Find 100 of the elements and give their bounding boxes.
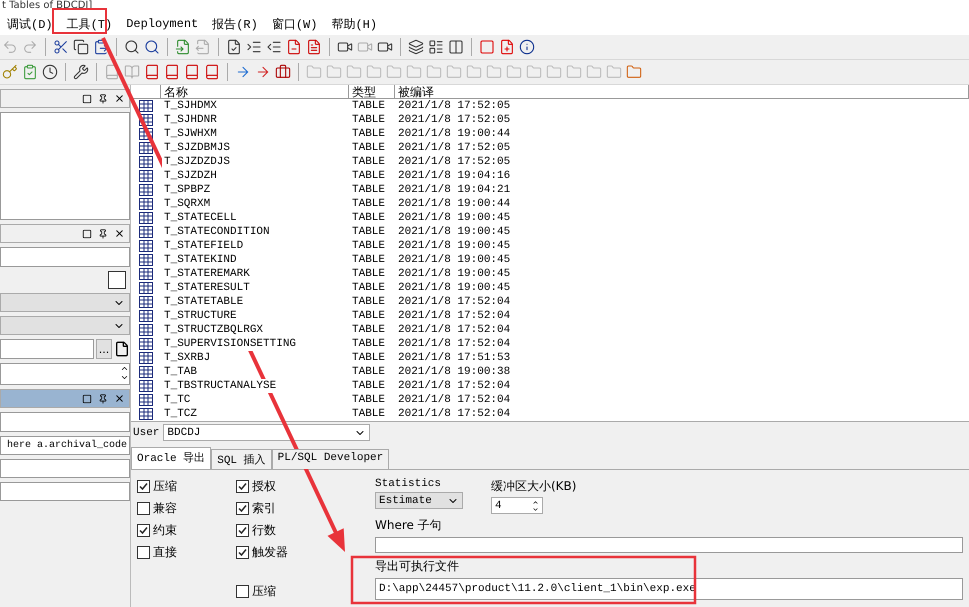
cut-icon[interactable] (53, 39, 69, 55)
menu-item[interactable]: 报告(R) (205, 16, 265, 32)
ellipsis-button[interactable]: ... (96, 339, 112, 359)
checkbox[interactable] (137, 524, 150, 537)
checkbox-label: 触发器 (252, 544, 288, 561)
menu-item[interactable]: Deployment (119, 17, 206, 31)
where-field[interactable] (375, 537, 963, 553)
buffer-spinner[interactable]: 4 (491, 497, 543, 514)
statistics-label: Statistics (375, 478, 442, 490)
table-cell: T_TBSTRUCTANALYSE (162, 379, 278, 393)
checkbox-label: 约束 (153, 522, 177, 539)
table-icon (139, 100, 153, 112)
indent-icon[interactable] (246, 39, 262, 55)
checkbox[interactable] (236, 480, 249, 493)
table-cell: T_STATEFIELD (162, 239, 246, 253)
table-icon (139, 324, 153, 336)
tab[interactable]: SQL 插入 (211, 449, 272, 469)
wrench-icon[interactable] (73, 64, 89, 80)
table-cell: T_STRUCTZBQLRGX (162, 323, 266, 337)
table-cell: T_STATECELL (162, 211, 239, 225)
sql-text: here a.archival_code (0, 436, 130, 455)
copy-icon[interactable] (73, 39, 89, 55)
file-icon[interactable] (114, 341, 130, 357)
book-icon[interactable] (204, 64, 220, 80)
table-icon (139, 268, 153, 280)
menu-item[interactable]: 帮助(H) (324, 16, 384, 32)
pin-icon[interactable] (98, 394, 108, 404)
table-cell: T_SUPERVISIONSETTING (162, 337, 298, 351)
arrow-right-icon[interactable] (255, 64, 271, 80)
checkbox[interactable] (137, 480, 150, 493)
clock-icon[interactable] (42, 64, 58, 80)
table-icon (139, 296, 153, 308)
maximize-icon[interactable] (82, 394, 92, 404)
list-row[interactable] (0, 482, 130, 501)
file-import-icon[interactable] (175, 39, 191, 55)
key-icon[interactable] (2, 64, 18, 80)
table-icon (139, 352, 153, 364)
windows-icon[interactable] (408, 39, 424, 55)
output-file-label: 导出可执行文件 (375, 558, 460, 575)
table-cell: T_STATERESULT (162, 281, 252, 295)
menu-item[interactable]: 窗口(W) (264, 16, 324, 32)
checkbox[interactable] (236, 546, 249, 559)
list-icon[interactable] (428, 39, 444, 55)
buffer-label: 缓冲区大小(KB) (491, 478, 576, 495)
text-field[interactable] (0, 247, 130, 267)
table-icon (139, 240, 153, 252)
table-cell: T_SPBPZ (162, 183, 212, 197)
checkbox[interactable] (236, 585, 249, 598)
statistics-dropdown[interactable]: Estimate (375, 492, 463, 509)
table-cell: T_STATEKIND (162, 253, 239, 267)
file-check-icon[interactable] (226, 39, 242, 55)
where-label: Where 子句 (375, 517, 443, 534)
menu-item[interactable]: 调试(D) (0, 16, 60, 32)
folder-icon[interactable] (626, 64, 642, 80)
checkbox[interactable] (236, 502, 249, 515)
clipboard-check-icon[interactable] (22, 64, 38, 80)
user-dropdown[interactable]: BDCDJ (163, 424, 370, 441)
table-icon (139, 198, 153, 210)
table-cell: T_SJZDZH (162, 169, 219, 183)
tab[interactable]: Oracle 导出 (131, 447, 212, 469)
column-header[interactable]: 类型 (349, 85, 395, 99)
checkbox-label: 授权 (252, 478, 276, 495)
table-icon (139, 366, 153, 378)
checkbox[interactable] (108, 271, 126, 289)
list-row[interactable] (0, 459, 130, 478)
close-icon[interactable] (114, 228, 125, 239)
book-icon[interactable] (164, 64, 180, 80)
pin-icon[interactable] (98, 228, 108, 238)
column-header[interactable]: 被编译 (395, 85, 969, 99)
outdent-icon[interactable] (266, 39, 282, 55)
text-field[interactable] (0, 339, 94, 359)
book-icon[interactable] (184, 64, 200, 80)
column-header[interactable]: 名称 (161, 85, 349, 99)
briefcase-icon[interactable] (275, 64, 291, 80)
table-icon (139, 254, 153, 266)
pin-icon[interactable] (98, 94, 108, 104)
checkbox-label: 压缩 (153, 478, 177, 495)
maximize-icon[interactable] (82, 94, 92, 104)
checkbox[interactable] (137, 502, 150, 515)
tab[interactable]: PL/SQL Developer (272, 449, 390, 469)
square-icon[interactable] (479, 39, 495, 55)
table-cell: T_SQRXM (162, 197, 212, 211)
checkbox-label: 兼容 (153, 500, 177, 517)
checkbox[interactable] (236, 524, 249, 537)
close-icon[interactable] (114, 393, 125, 404)
maximize-icon[interactable] (82, 228, 92, 238)
table-cell: T_STATECONDITION (162, 225, 272, 239)
find-icon[interactable] (124, 39, 140, 55)
checkbox[interactable] (137, 546, 150, 559)
info-icon[interactable] (519, 39, 535, 55)
file-minus-icon[interactable] (286, 39, 302, 55)
columns-icon[interactable] (448, 39, 464, 55)
close-icon[interactable] (114, 93, 125, 104)
book-icon[interactable] (144, 64, 160, 80)
checkbox-label: 行数 (252, 522, 276, 539)
find-next-icon[interactable] (144, 39, 160, 55)
spin-field[interactable] (0, 363, 130, 385)
table-icon (139, 156, 153, 168)
output-file-field[interactable]: D:\app\24457\product\11.2.0\client_1\bin\exp.exe (375, 578, 963, 600)
table-icon (139, 310, 153, 322)
